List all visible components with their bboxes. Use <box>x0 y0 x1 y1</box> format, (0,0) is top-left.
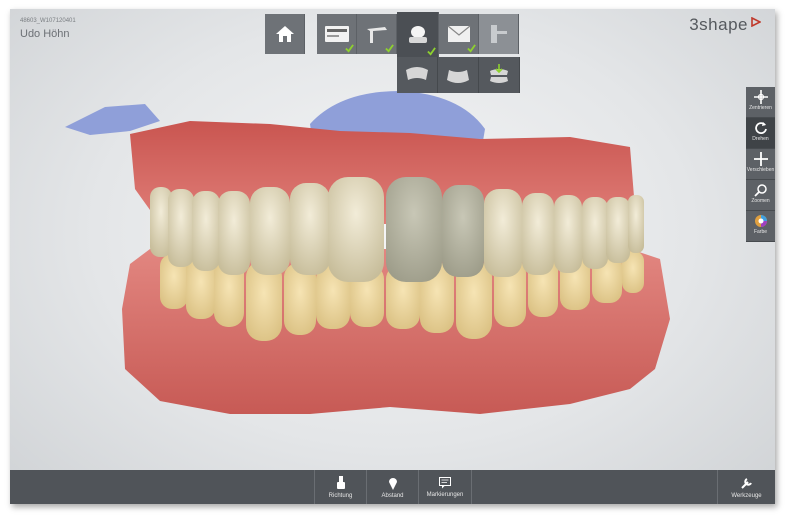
check-icon <box>385 44 394 53</box>
distance-button[interactable]: Abstand <box>366 470 418 504</box>
order-form-step-button[interactable] <box>317 14 357 54</box>
marker-icon <box>439 476 451 488</box>
scan-step-button[interactable] <box>397 12 439 57</box>
check-icon <box>467 44 476 53</box>
wrench-icon <box>740 477 752 489</box>
rotate-button[interactable]: Drehen <box>746 118 775 149</box>
upper-jaw-icon <box>406 67 428 80</box>
lower-jaw-substep-button[interactable] <box>438 57 479 93</box>
pan-button[interactable]: Verschieben <box>746 149 775 180</box>
tools-label: Werkzeuge <box>731 492 762 499</box>
articulator-icon <box>490 25 507 43</box>
direction-icon <box>336 475 345 489</box>
zoom-icon <box>753 184 767 197</box>
zoom-label: Zoomen <box>751 198 770 204</box>
marker-button[interactable]: Markierungen <box>418 470 472 504</box>
color-icon <box>754 215 767 227</box>
case-id: 48603_W107120401 <box>20 18 76 24</box>
3d-dental-scan-viewport[interactable] <box>10 9 775 504</box>
bite-icon <box>490 64 508 83</box>
card-icon <box>324 26 349 42</box>
center-icon <box>753 90 768 104</box>
bite-substep-button[interactable] <box>479 57 520 93</box>
bottom-toolbar: Richtung Abstand Markierungen Werkzeuge <box>10 470 775 504</box>
distance-icon <box>388 477 397 490</box>
center-button[interactable]: Zentrieren <box>746 87 775 118</box>
articulator-step-button[interactable] <box>479 14 519 54</box>
home-step-button[interactable] <box>265 14 305 54</box>
scan-setup-step-button[interactable] <box>357 14 397 54</box>
scanner-arm-icon <box>366 27 387 43</box>
zoom-button[interactable]: Zoomen <box>746 180 775 211</box>
envelope-step-button[interactable] <box>439 14 479 54</box>
direction-label: Richtung <box>328 492 353 499</box>
scan-head-icon <box>408 25 427 43</box>
distance-label: Abstand <box>381 492 404 499</box>
view-tools-panel: Zentrieren Drehen Verschieben Zoomen Far… <box>746 87 775 242</box>
envelope-icon <box>447 25 470 42</box>
pan-icon <box>753 152 768 166</box>
patient-name: Udo Höhn <box>20 28 70 40</box>
home-icon <box>275 26 294 42</box>
pan-label: Verschieben <box>746 167 775 173</box>
upper-jaw-substep-button[interactable] <box>397 57 438 93</box>
color-label: Farbe <box>753 229 768 235</box>
check-icon <box>345 44 354 53</box>
marker-label: Markierungen <box>426 491 464 498</box>
direction-button[interactable]: Richtung <box>314 470 366 504</box>
app-window: 48603_W107120401 Udo Höhn 3shape Zentrie… <box>10 9 775 504</box>
brand-logo: 3shape <box>689 15 761 35</box>
lower-jaw-icon <box>447 70 469 83</box>
rotate-icon <box>754 122 767 134</box>
center-label: Zentrieren <box>749 105 772 111</box>
color-button[interactable]: Farbe <box>746 211 775 242</box>
logo-triangle-icon <box>751 17 761 27</box>
brand-name: 3shape <box>689 15 748 34</box>
rotate-label: Drehen <box>752 136 769 142</box>
tools-button[interactable]: Werkzeuge <box>717 470 775 504</box>
check-icon <box>427 47 436 56</box>
